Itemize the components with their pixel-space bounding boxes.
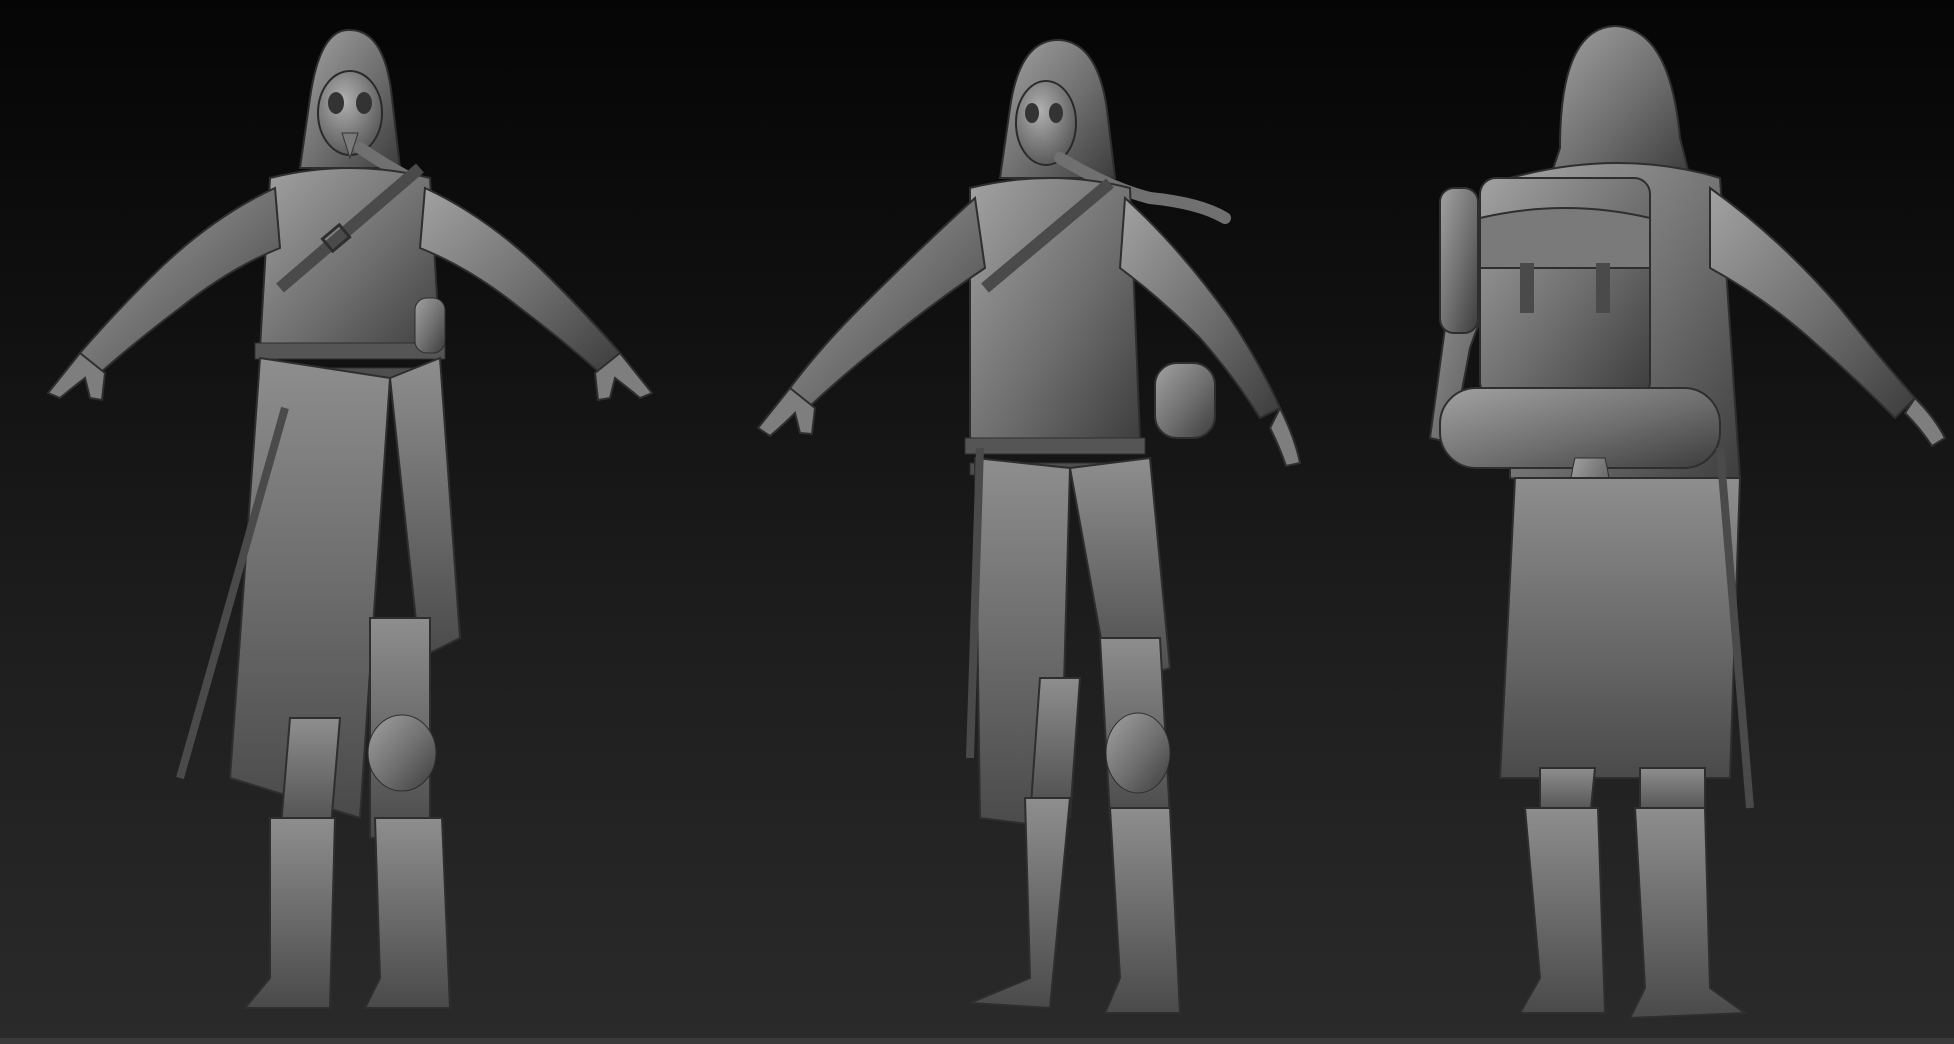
right-arm: [1709, 186, 1917, 420]
pouch-side: [414, 297, 446, 354]
left-arm: [788, 195, 987, 410]
coat-torso: [258, 167, 442, 359]
viewport-bottom-edge: [0, 1038, 1954, 1044]
knee-pad: [367, 714, 437, 792]
bedroll: [1439, 387, 1721, 469]
right-hand: [1903, 396, 1947, 448]
boot-right: [1103, 807, 1182, 1014]
gas-mask-icon: [1015, 80, 1077, 166]
sculpt-viewport[interactable]: [0, 0, 1954, 1044]
coat-skirt: [1498, 477, 1742, 779]
coat-torso: [969, 177, 1142, 449]
hood: [1548, 24, 1692, 179]
character-sculpt-back: [1428, 24, 1947, 1020]
canteen: [1439, 187, 1479, 334]
knee-pad: [1105, 712, 1171, 794]
boot-left: [1518, 807, 1607, 1014]
boot-right: [363, 817, 452, 1009]
boot-left: [969, 797, 1072, 1010]
boot-left: [242, 817, 337, 1009]
bedroll: [1154, 362, 1216, 439]
character-sculpt-front: [46, 28, 654, 1009]
right-arm: [418, 186, 622, 375]
boot-right: [1628, 807, 1748, 1020]
left-arm: [78, 186, 282, 375]
right-hand: [1268, 405, 1302, 468]
character-sculpt-three-quarter: [756, 38, 1302, 1014]
